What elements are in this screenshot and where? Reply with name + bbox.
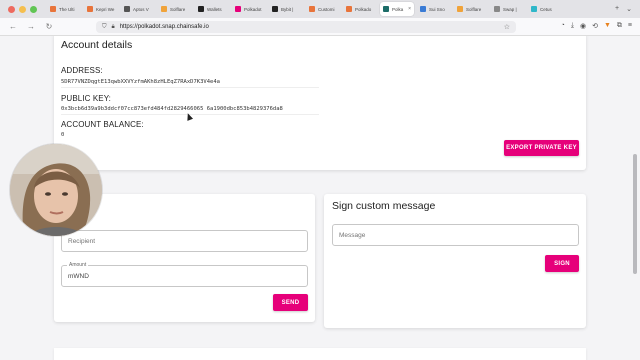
- browser-tab[interactable]: Polka ×: [380, 2, 414, 16]
- webcam-overlay: [10, 144, 102, 236]
- tab-label: Aptos V: [133, 6, 149, 12]
- tab-label: Solflare: [466, 6, 482, 12]
- sign-message-title: Sign custom message: [332, 200, 436, 212]
- browser-tab[interactable]: Customi: [306, 2, 340, 16]
- tab-label: Bybit |: [281, 6, 294, 12]
- browser-tab[interactable]: Polkado: [343, 2, 377, 16]
- account-balance-value: 0: [61, 132, 65, 138]
- address-bar[interactable]: ⛉ 🔒︎ https://polkadot.snap.chainsafe.io …: [96, 21, 516, 33]
- url-text: https://polkadot.snap.chainsafe.io: [119, 24, 209, 30]
- tab-favicon-icon: [198, 6, 204, 12]
- tab-favicon-icon: [457, 6, 463, 12]
- tab-label: Solflare: [170, 6, 186, 12]
- sign-button[interactable]: SIGN: [545, 255, 579, 272]
- next-card-edge: [54, 348, 586, 360]
- forward-button[interactable]: →: [26, 22, 36, 31]
- close-window-button[interactable]: [8, 5, 15, 13]
- presenter-video-icon: [10, 144, 102, 236]
- tab-favicon-icon: [420, 6, 426, 12]
- account-details-title: Account details: [61, 39, 133, 51]
- address-label: ADDRESS:: [61, 66, 103, 75]
- tab-favicon-icon: [346, 6, 352, 12]
- tab-favicon-icon: [272, 6, 278, 12]
- message-input[interactable]: [332, 224, 579, 246]
- amount-input[interactable]: Amount mWND: [61, 262, 308, 287]
- amount-label: Amount: [67, 262, 89, 268]
- public-key-value: 0x3bcb6d39a9b3ddcf07cc873efd484fd2829466…: [61, 106, 283, 112]
- new-tab-icon[interactable]: +: [615, 5, 619, 13]
- tab-label: Swap |: [503, 6, 517, 12]
- tab-label: Kepri We: [96, 6, 115, 12]
- pocket-icon[interactable]: ◔: [561, 22, 565, 30]
- lock-icon: 🔒︎: [111, 23, 115, 30]
- account-details-card: Account details ADDRESS: 5DR77VNZDqgtE13…: [54, 36, 586, 170]
- sign-message-card: Sign custom message SIGN: [324, 194, 586, 328]
- browser-tab[interactable]: Cetus: [528, 2, 562, 16]
- tab-label: Cetus: [540, 6, 552, 12]
- tab-favicon-icon: [161, 6, 167, 12]
- tab-label: The Ulti: [59, 6, 75, 12]
- recipient-input[interactable]: [61, 230, 308, 252]
- tab-label: Wallets: [207, 6, 222, 12]
- address-value: 5DR77VNZDqgtE13qwbXXVYzfmAKh8zHLEqZ7RAxD…: [61, 79, 220, 85]
- minimize-window-button[interactable]: [19, 5, 26, 13]
- browser-nav-bar: ← → ↻ ⛉ 🔒︎ https://polkadot.snap.chainsa…: [0, 18, 640, 36]
- browser-tab[interactable]: Aptos V: [121, 2, 155, 16]
- amount-value: mWND: [68, 272, 89, 280]
- close-tab-icon[interactable]: ×: [408, 6, 411, 12]
- tab-favicon-icon: [531, 6, 537, 12]
- browser-tab[interactable]: Kepri We: [84, 2, 118, 16]
- tab-favicon-icon: [124, 6, 130, 12]
- send-button[interactable]: SEND: [273, 294, 308, 311]
- tab-label: Polkado: [355, 6, 372, 12]
- tab-favicon-icon: [50, 6, 56, 12]
- browser-tab[interactable]: Swap |: [491, 2, 525, 16]
- browser-tab[interactable]: Sui Sno: [417, 2, 451, 16]
- public-key-label: PUBLIC KEY:: [61, 94, 112, 103]
- tab-favicon-icon: [494, 6, 500, 12]
- tab-label: Sui Sno: [429, 6, 445, 12]
- browser-tab[interactable]: Polkadot: [232, 2, 266, 16]
- tab-label: Polka: [392, 6, 404, 12]
- history-icon[interactable]: ⟲: [592, 22, 598, 30]
- browser-tab[interactable]: Bybit |: [269, 2, 303, 16]
- account-balance-label: ACCOUNT BALANCE:: [61, 120, 144, 129]
- divider: [61, 87, 319, 88]
- menu-icon[interactable]: ≡: [628, 22, 632, 30]
- tab-bar-controls: + ⌄: [615, 5, 632, 13]
- tab-favicon-icon: [235, 6, 241, 12]
- back-button[interactable]: ←: [8, 22, 18, 31]
- tab-favicon-icon: [309, 6, 315, 12]
- metamask-fox-icon[interactable]: ▼: [604, 22, 611, 30]
- tab-favicon-icon: [87, 6, 93, 12]
- downloads-icon[interactable]: ⤓: [571, 22, 574, 30]
- chevron-down-icon[interactable]: ⌄: [626, 5, 632, 13]
- browser-tab[interactable]: Solflare: [454, 2, 488, 16]
- browser-tab[interactable]: Wallets: [195, 2, 229, 16]
- extensions-icon[interactable]: ⧉: [617, 22, 622, 30]
- recipient-field[interactable]: [68, 237, 307, 245]
- tab-label: Polkadot: [244, 6, 262, 12]
- export-private-key-button[interactable]: EXPORT PRIVATE KEY: [504, 140, 579, 156]
- page-scrollbar[interactable]: [633, 154, 637, 274]
- reload-button[interactable]: ↻: [44, 22, 54, 31]
- bookmark-star-icon[interactable]: ☆: [504, 23, 510, 31]
- tab-favicon-icon: [383, 6, 389, 12]
- shield-icon: ⛉: [102, 23, 107, 30]
- window-controls: [8, 5, 37, 13]
- browser-tab[interactable]: Solflare: [158, 2, 192, 16]
- browser-tab[interactable]: The Ulti: [47, 2, 81, 16]
- account-icon[interactable]: ◉: [580, 22, 586, 30]
- toolbar-icons: ◔ ⤓ ◉ ⟲ ▼ ⧉ ≡: [561, 22, 632, 30]
- browser-tab-bar: The Ulti Kepri We Aptos V Solflare Wallets Po…: [0, 0, 640, 18]
- message-field[interactable]: [339, 231, 578, 239]
- tab-label: Customi: [318, 6, 335, 12]
- maximize-window-button[interactable]: [30, 5, 37, 13]
